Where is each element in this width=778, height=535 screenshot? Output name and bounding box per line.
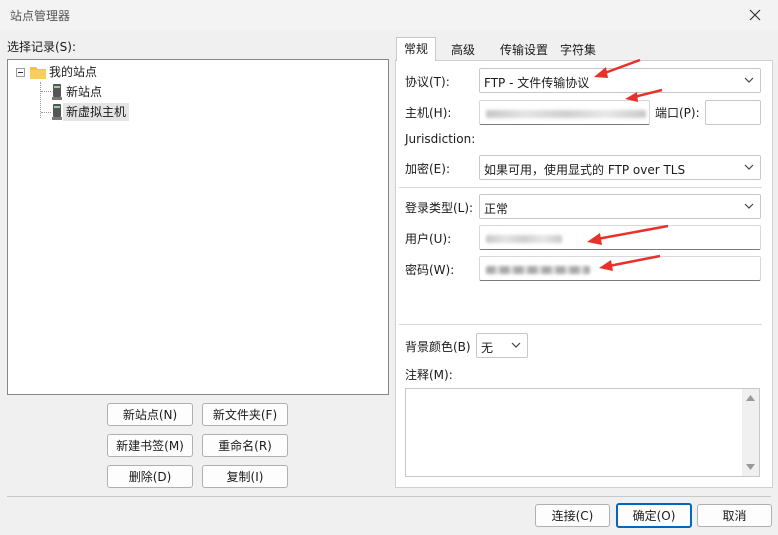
tab-advanced[interactable]: 高级: [443, 38, 483, 61]
background-color-label: 背景颜色(B): [405, 340, 471, 354]
encryption-select[interactable]: 如果可用，使用显式的 FTP over TLS: [479, 155, 761, 180]
annotation-arrow-icon: [594, 58, 641, 78]
host-label: 主机(H):: [405, 106, 452, 120]
notes-label: 注释(M):: [405, 368, 453, 382]
collapse-toggle[interactable]: [16, 68, 25, 77]
tree-item-label: 我的站点: [49, 65, 98, 79]
delete-button[interactable]: 删除(D): [107, 465, 193, 488]
protocol-label: 协议(T):: [405, 75, 450, 89]
chevron-down-icon: [511, 342, 521, 348]
close-button[interactable]: [732, 0, 778, 30]
ok-button[interactable]: 确定(O): [616, 503, 692, 528]
tab-transfer-settings[interactable]: 传输设置: [492, 38, 556, 61]
new-folder-button[interactable]: 新文件夹(F): [202, 403, 288, 426]
server-icon: [52, 104, 62, 120]
window-title: 站点管理器: [10, 9, 71, 23]
masked-password: [486, 266, 590, 274]
scrollbar[interactable]: [742, 389, 759, 476]
footer-divider: [7, 496, 771, 497]
connect-button[interactable]: 连接(C): [535, 504, 610, 527]
tree-item-label: 新虚拟主机: [63, 103, 130, 121]
divider: [399, 324, 762, 325]
annotation-arrow-icon: [625, 88, 663, 102]
protocol-value: FTP - 文件传输协议: [484, 76, 590, 90]
host-input[interactable]: [479, 100, 650, 125]
chevron-down-icon: [744, 77, 754, 83]
annotation-arrow-icon: [587, 224, 669, 245]
select-entry-label: 选择记录(S):: [7, 40, 77, 54]
encryption-value: 如果可用，使用显式的 FTP over TLS: [484, 163, 686, 177]
divider: [399, 187, 762, 188]
tree-item-my-sites[interactable]: 我的站点: [30, 63, 100, 81]
encryption-label: 加密(E):: [405, 162, 450, 176]
folder-icon: [30, 67, 46, 79]
scroll-down-icon[interactable]: [746, 464, 755, 470]
background-color-value: 无: [481, 341, 494, 355]
close-icon: [749, 9, 761, 21]
redacted-text: [486, 235, 562, 243]
chevron-down-icon: [744, 164, 754, 170]
new-bookmark-button[interactable]: 新建书签(M): [107, 434, 193, 457]
cancel-button[interactable]: 取消: [697, 504, 772, 527]
port-input[interactable]: [705, 100, 761, 125]
tab-general[interactable]: 常规: [396, 37, 437, 61]
logon-type-value: 正常: [484, 202, 509, 216]
new-site-button[interactable]: 新站点(N): [107, 403, 193, 426]
title-bar: 站点管理器: [0, 0, 778, 30]
annotation-arrow-icon: [599, 254, 661, 271]
chevron-down-icon: [744, 203, 754, 209]
jurisdiction-label: Jurisdiction:: [405, 132, 476, 146]
copy-button[interactable]: 复制(I): [202, 465, 288, 488]
rename-button[interactable]: 重命名(R): [202, 434, 288, 457]
logon-type-label: 登录类型(L):: [405, 201, 474, 215]
logon-type-select[interactable]: 正常: [479, 194, 761, 219]
tree-item-label: 新站点: [66, 85, 103, 99]
tree-item-new-site[interactable]: 新站点: [51, 83, 105, 101]
password-label: 密码(W):: [405, 263, 455, 277]
server-icon: [52, 84, 62, 100]
user-label: 用户(U):: [405, 232, 452, 246]
port-label: 端口(P):: [655, 106, 700, 120]
notes-textarea[interactable]: [405, 388, 760, 477]
scroll-up-icon[interactable]: [746, 395, 755, 401]
background-color-select[interactable]: 无: [476, 333, 528, 358]
redacted-text: [486, 110, 646, 118]
tree-item-new-vhost[interactable]: 新虚拟主机: [51, 103, 130, 121]
